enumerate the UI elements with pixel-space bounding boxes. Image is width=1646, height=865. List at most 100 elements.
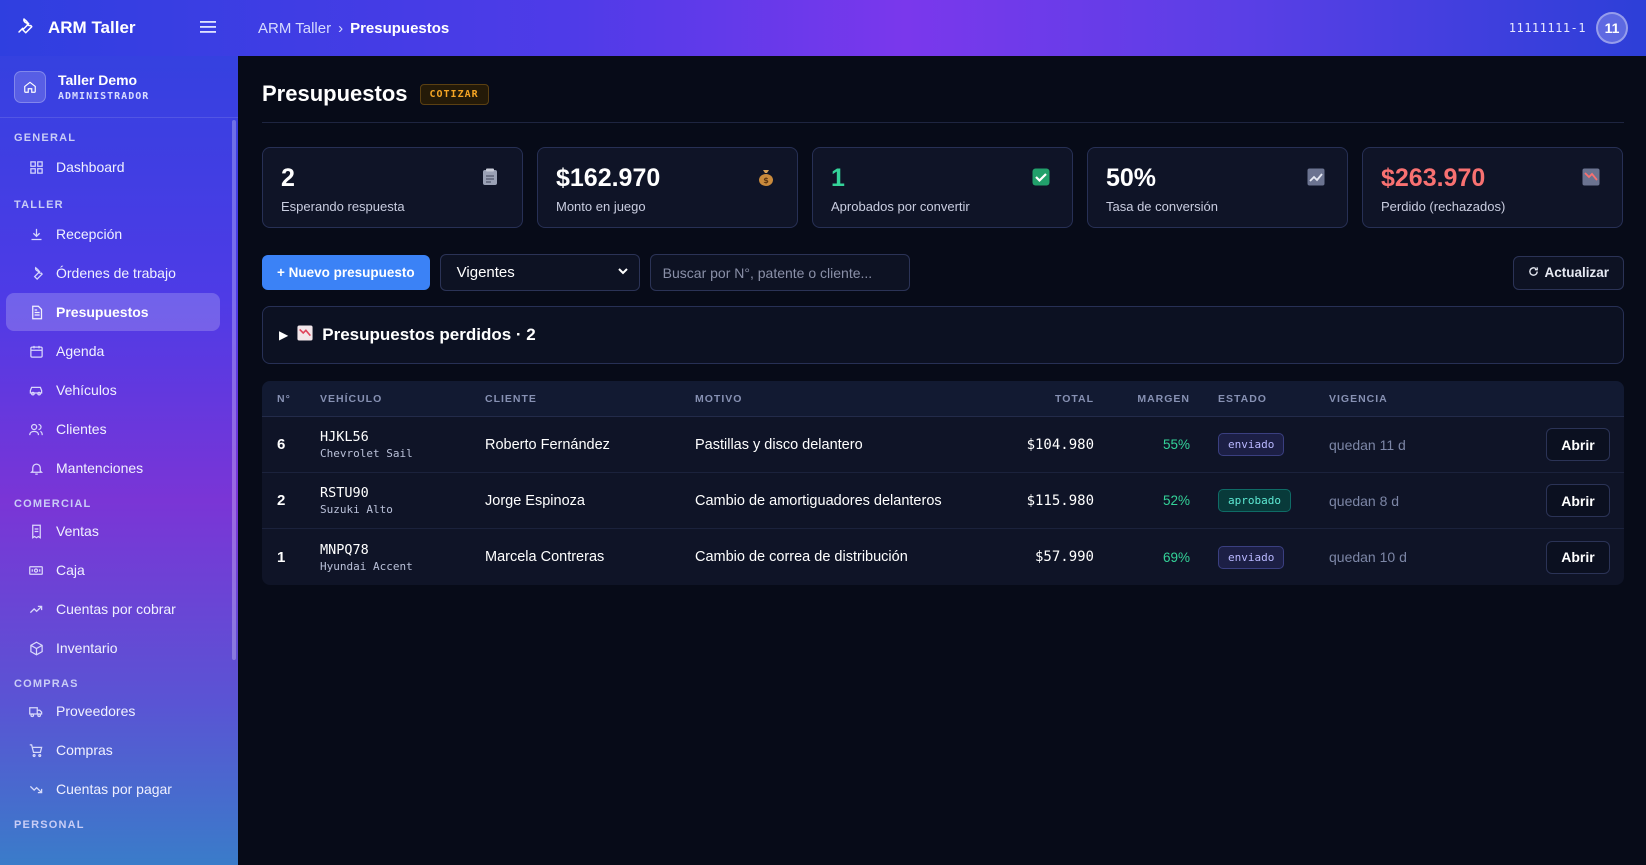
- refresh-button[interactable]: Actualizar: [1513, 255, 1624, 290]
- caret-right-icon: ▶: [279, 328, 289, 342]
- sidebar-item-recepcion[interactable]: Recepción: [6, 215, 220, 253]
- status-badge: enviado: [1218, 545, 1285, 569]
- row-margin: 55%: [1162, 437, 1190, 452]
- chevron-down-icon: [617, 264, 629, 281]
- open-button[interactable]: Abrir: [1546, 484, 1610, 517]
- column-header-reason[interactable]: MOTIVO: [695, 393, 1015, 405]
- nav-section-personal: PERSONAL: [14, 819, 85, 831]
- row-vehicle: RSTU90 Suzuki Alto: [320, 485, 485, 516]
- column-header-validity[interactable]: VIGENCIA: [1329, 393, 1509, 405]
- sidebar-item-label: Proveedores: [56, 703, 136, 719]
- status-filter-select[interactable]: Vigentes: [439, 254, 640, 291]
- bell-icon: [28, 460, 44, 476]
- box-icon: [28, 640, 44, 656]
- sidebar-item-proveedores[interactable]: Proveedores: [6, 692, 220, 730]
- shop-role: ADMINISTRADOR: [58, 90, 150, 102]
- chart-down-icon: [297, 324, 313, 346]
- user-area: 11111111-1 11: [1509, 12, 1628, 44]
- stat-card-amount: $162.970 Monto en juego $: [537, 147, 798, 228]
- cart-icon: [28, 742, 44, 758]
- sidebar: Taller Demo ADMINISTRADOR GENERAL Dashbo…: [0, 56, 238, 865]
- stat-card-pending: 2 Esperando respuesta: [262, 147, 523, 228]
- chart-down-icon: [1582, 168, 1600, 186]
- sidebar-item-label: Vehículos: [56, 382, 117, 398]
- home-icon: [14, 70, 46, 103]
- breadcrumb-current: Presupuestos: [350, 19, 450, 37]
- status-badge: enviado: [1218, 433, 1285, 456]
- sidebar-item-label: Órdenes de trabajo: [56, 265, 176, 281]
- table-row[interactable]: 6 HJKL56 Chevrolet Sail Roberto Fernánde…: [262, 417, 1624, 473]
- page-header: Presupuestos COTIZAR: [262, 56, 1624, 123]
- search-input[interactable]: [649, 254, 910, 291]
- sidebar-item-compras[interactable]: Compras: [6, 731, 220, 769]
- avatar[interactable]: 11: [1596, 12, 1628, 44]
- users-icon: [28, 421, 44, 437]
- sidebar-item-mantenciones[interactable]: Mantenciones: [6, 449, 220, 487]
- vehicle-model: Hyundai Accent: [320, 559, 413, 573]
- sidebar-item-agenda[interactable]: Agenda: [6, 332, 220, 370]
- column-header-margin[interactable]: MARGEN: [1094, 393, 1190, 405]
- new-budget-button[interactable]: + Nuevo presupuesto: [262, 255, 430, 290]
- shop-name: Taller Demo: [58, 71, 138, 88]
- svg-text:$: $: [763, 176, 769, 185]
- top-bar: ARM Taller ARM Taller › Presupuestos 111…: [0, 0, 1646, 56]
- sidebar-item-inventario[interactable]: Inventario: [6, 629, 220, 667]
- sidebar-item-dashboard[interactable]: Dashboard: [6, 148, 220, 186]
- breadcrumb-root[interactable]: ARM Taller: [258, 20, 331, 37]
- stat-label: Esperando respuesta: [281, 199, 405, 214]
- column-header-status[interactable]: ESTADO: [1190, 393, 1329, 405]
- wrench-icon: [16, 17, 34, 40]
- lost-budgets-title: Presupuestos perdidos · 2: [322, 325, 536, 344]
- breadcrumb-separator: ›: [338, 19, 344, 37]
- column-header-total[interactable]: TOTAL: [1015, 393, 1094, 405]
- stat-label: Tasa de conversión: [1106, 199, 1219, 214]
- sidebar-item-label: Recepción: [56, 226, 123, 242]
- stat-value: $162.970: [556, 164, 661, 192]
- column-header-vehicle[interactable]: VEHÍCULO: [320, 393, 485, 405]
- sidebar-item-clientes[interactable]: Clientes: [6, 410, 220, 448]
- lost-budgets-toggle[interactable]: ▶ Presupuestos perdidos · 2: [262, 306, 1624, 364]
- row-margin: 52%: [1162, 493, 1190, 508]
- main-content: Presupuestos COTIZAR 2 Esperando respues…: [238, 56, 1646, 865]
- nav-section-general: GENERAL: [14, 132, 77, 144]
- sidebar-item-cuentas-pagar[interactable]: Cuentas por pagar: [6, 770, 220, 808]
- table-header: N° VEHÍCULO CLIENTE MOTIVO TOTAL MARGEN …: [262, 381, 1624, 417]
- stat-card-conversion: 50% Tasa de conversión: [1087, 147, 1348, 228]
- shop-header[interactable]: Taller Demo ADMINISTRADOR: [0, 56, 238, 118]
- vehicle-model: Chevrolet Sail: [320, 447, 413, 460]
- sidebar-scrollbar[interactable]: [232, 120, 236, 660]
- vehicle-plate: RSTU90: [320, 485, 369, 501]
- sidebar-item-label: Agenda: [56, 343, 105, 359]
- row-number: 1: [277, 548, 286, 566]
- sidebar-item-caja[interactable]: Caja: [6, 551, 220, 589]
- table-row[interactable]: 2 RSTU90 Suzuki Alto Jorge Espinoza Camb…: [262, 473, 1624, 529]
- sidebar-item-cuentas-cobrar[interactable]: Cuentas por cobrar: [6, 590, 220, 628]
- sidebar-item-vehiculos[interactable]: Vehículos: [6, 371, 220, 409]
- hamburger-menu-icon[interactable]: [200, 18, 216, 39]
- open-button[interactable]: Abrir: [1546, 428, 1610, 461]
- vehicle-model: Suzuki Alto: [320, 503, 393, 516]
- sidebar-item-presupuestos[interactable]: Presupuestos: [6, 293, 220, 331]
- sidebar-item-label: Dashboard: [56, 159, 125, 175]
- open-button[interactable]: Abrir: [1546, 540, 1610, 574]
- row-reason: Pastillas y disco delantero: [695, 436, 863, 453]
- sidebar-item-ordenes[interactable]: Órdenes de trabajo: [6, 254, 220, 292]
- row-margin: 69%: [1162, 549, 1190, 565]
- sidebar-item-ventas[interactable]: Ventas: [6, 512, 220, 550]
- table-row[interactable]: 1 MNPQ78 Hyundai Accent Marcela Contrera…: [262, 529, 1624, 585]
- budgets-table: N° VEHÍCULO CLIENTE MOTIVO TOTAL MARGEN …: [262, 381, 1624, 585]
- stats-cards: 2 Esperando respuesta $162.970 Monto en …: [262, 147, 1624, 228]
- row-vehicle: MNPQ78 Hyundai Accent: [320, 542, 485, 573]
- column-header-client[interactable]: CLIENTE: [485, 393, 695, 405]
- brand[interactable]: ARM Taller: [0, 0, 238, 56]
- stat-label: Aprobados por convertir: [831, 199, 970, 214]
- row-reason: Cambio de correa de distribución: [695, 549, 908, 565]
- row-status: enviado: [1190, 545, 1329, 569]
- column-header-number[interactable]: N°: [262, 393, 320, 405]
- sidebar-item-label: Inventario: [56, 640, 118, 656]
- wrench-icon: [28, 265, 44, 281]
- filter-selected-value: Vigentes: [456, 264, 515, 281]
- row-total: $115.980: [1026, 492, 1094, 509]
- sidebar-item-label: Caja: [56, 562, 85, 578]
- row-vehicle: HJKL56 Chevrolet Sail: [320, 429, 485, 460]
